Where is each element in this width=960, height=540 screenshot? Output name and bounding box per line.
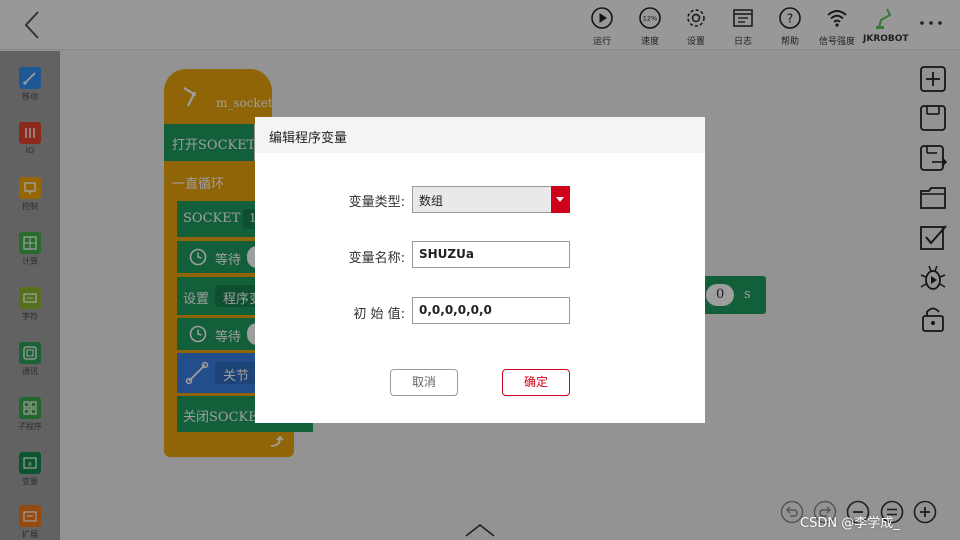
confirm-button[interactable]: 确定 — [502, 369, 570, 396]
dropdown-arrow-icon[interactable] — [551, 186, 570, 213]
watermark: CSDN @李学成_ — [800, 516, 900, 531]
variable-type-label: 变量类型: — [348, 195, 405, 210]
initial-value-label: 初 始 值: — [353, 307, 405, 322]
variable-name-input[interactable]: SHUZUa — [412, 241, 570, 268]
initial-value-input[interactable]: 0,0,0,0,0,0 — [412, 297, 570, 324]
cancel-button[interactable]: 取消 — [390, 369, 458, 396]
dialog-title: 编辑程序变量 — [269, 131, 348, 146]
dialog-header: 编辑程序变量 — [255, 117, 705, 153]
variable-type-select[interactable]: 数组 — [412, 186, 570, 213]
variable-name-label: 变量名称: — [348, 251, 405, 266]
edit-variable-dialog: 编辑程序变量 变量类型: 数组 变量名称: SHUZUa 初 始 值: 0,0,… — [255, 117, 705, 423]
